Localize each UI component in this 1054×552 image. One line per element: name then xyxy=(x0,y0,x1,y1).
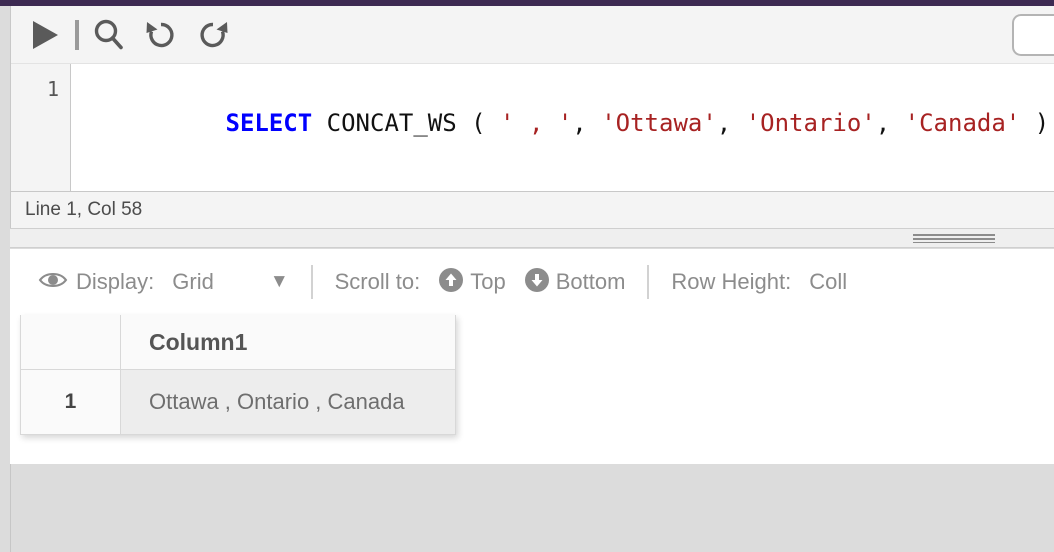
results-grid: Column1 1 Ottawa , Ontario , Canada xyxy=(20,315,456,435)
row-height-label: Row Height: xyxy=(671,269,792,294)
sql-token-keyword: SELECT xyxy=(225,109,313,137)
row-height-value: Coll xyxy=(809,269,848,294)
grid-header-rownum-cell xyxy=(21,315,121,370)
undo-icon xyxy=(144,18,178,52)
undo-button[interactable] xyxy=(135,10,187,60)
search-input[interactable] xyxy=(1012,13,1054,56)
display-control[interactable]: Display: Grid ▼ xyxy=(38,269,289,295)
cursor-position-label: Line 1, Col 58 xyxy=(25,199,143,220)
search-icon xyxy=(92,18,126,52)
line-number: 1 xyxy=(46,77,59,101)
row-height-control[interactable]: Row Height: Coll xyxy=(671,269,847,295)
grid-row-number-cell: 1 xyxy=(21,370,121,434)
sql-editor-window: 1 SELECT CONCAT_WS ( ' , ', 'Ottawa', 'O… xyxy=(0,0,1054,552)
sql-token-plain-4: , xyxy=(875,109,905,137)
scroll-to-top-label: Top xyxy=(470,269,506,294)
grid-header-row: Column1 xyxy=(21,315,455,370)
eye-icon xyxy=(38,270,68,295)
scroll-to-control: Scroll to: Top Bottom xyxy=(334,267,626,298)
line-number-gutter: 1 xyxy=(11,64,71,191)
pane-splitter[interactable] xyxy=(10,228,1054,248)
toolbar-divider xyxy=(75,19,79,50)
redo-icon xyxy=(196,18,230,52)
results-toolbar: Display: Grid ▼ Scroll to: Top Bottom Ro… xyxy=(10,249,1054,315)
code-line-1: SELECT CONCAT_WS ( ' , ', 'Ottawa', 'Ont… xyxy=(81,72,1054,174)
toolbar-separator-2 xyxy=(647,265,650,299)
scroll-to-bottom-button[interactable]: Bottom xyxy=(524,267,626,298)
sql-token-string-3: 'Ontario' xyxy=(745,109,876,137)
code-editor[interactable]: 1 SELECT CONCAT_WS ( ' , ', 'Ottawa', 'O… xyxy=(11,63,1054,191)
sql-token-string-4: 'Canada' xyxy=(904,109,1021,137)
sql-token-plain-1: CONCAT_WS ( xyxy=(312,109,501,137)
code-lines[interactable]: SELECT CONCAT_WS ( ' , ', 'Ottawa', 'Ont… xyxy=(71,64,1054,191)
search-button[interactable] xyxy=(83,10,135,60)
run-button[interactable] xyxy=(19,10,71,60)
editor-pane: 1 SELECT CONCAT_WS ( ' , ', 'Ottawa', 'O… xyxy=(10,6,1054,228)
arrow-down-circle-icon xyxy=(524,267,550,298)
grid-header-label-column1: Column1 xyxy=(149,328,248,355)
editor-status-bar: Line 1, Col 58 xyxy=(11,191,1054,228)
empty-canvas-area xyxy=(10,464,1054,552)
canvas-left-border xyxy=(10,464,11,552)
sql-token-plain-2: , xyxy=(572,109,602,137)
sql-token-plain-3: , xyxy=(716,109,746,137)
play-icon xyxy=(30,19,60,51)
chevron-down-icon[interactable]: ▼ xyxy=(270,271,289,293)
table-row[interactable]: 1 Ottawa , Ontario , Canada xyxy=(21,370,455,434)
editor-toolbar xyxy=(11,6,1054,63)
display-label: Display: xyxy=(76,269,155,294)
grid-header-cell-column1[interactable]: Column1 xyxy=(121,315,455,370)
results-pane: Display: Grid ▼ Scroll to: Top Bottom Ro… xyxy=(10,249,1054,464)
toolbar-separator-1 xyxy=(310,265,313,299)
sql-token-string-2: 'Ottawa' xyxy=(601,109,717,137)
sql-token-plain-5: ) xyxy=(1020,109,1050,137)
sql-token-string-1: ' , ' xyxy=(500,109,573,137)
arrow-up-circle-icon xyxy=(438,267,464,298)
grid-row-number: 1 xyxy=(64,390,77,413)
scroll-to-label: Scroll to: xyxy=(334,269,421,294)
grid-cell-value: Ottawa , Ontario , Canada xyxy=(149,389,405,414)
grid-data-cell[interactable]: Ottawa , Ontario , Canada xyxy=(121,370,455,434)
scroll-to-bottom-label: Bottom xyxy=(555,269,626,294)
splitter-grip-handle[interactable] xyxy=(913,234,995,243)
display-value: Grid xyxy=(172,269,214,294)
redo-button[interactable] xyxy=(187,10,239,60)
scroll-to-top-button[interactable]: Top xyxy=(438,267,506,298)
